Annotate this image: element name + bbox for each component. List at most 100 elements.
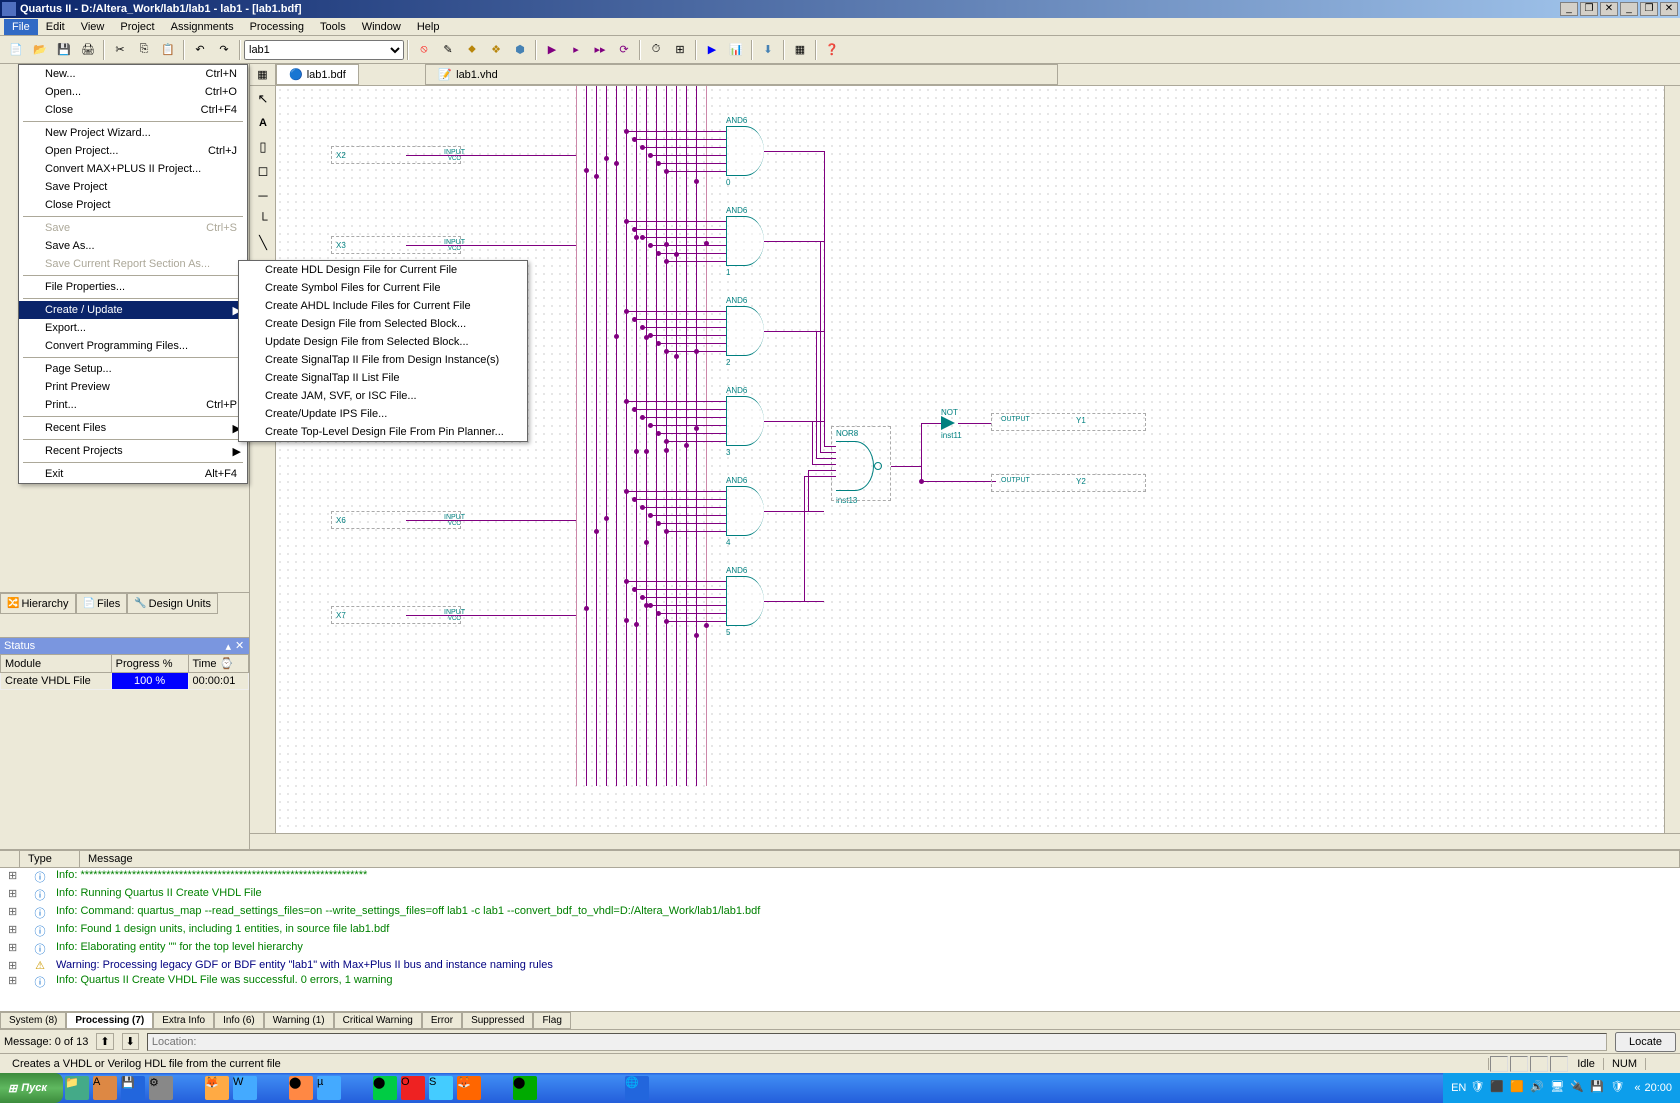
taskbar-app-6[interactable]: 🦊 xyxy=(205,1076,229,1100)
schematic-element[interactable] xyxy=(640,235,645,240)
device-button[interactable]: ⬢ xyxy=(509,39,531,61)
schematic-element[interactable]: 4 xyxy=(726,538,730,547)
status-col-progress[interactable]: Progress % xyxy=(111,655,188,673)
schematic-element[interactable] xyxy=(666,261,726,262)
sb-icon-2[interactable] xyxy=(1510,1056,1528,1072)
schematic-element[interactable] xyxy=(820,452,836,453)
schematic-element[interactable] xyxy=(624,399,629,404)
messages-tab[interactable]: Suppressed xyxy=(462,1012,533,1029)
status-col-module[interactable]: Module xyxy=(1,655,112,673)
schematic-element[interactable] xyxy=(632,137,637,142)
schematic-element[interactable] xyxy=(656,161,661,166)
schematic-element[interactable] xyxy=(406,155,576,156)
sb-icon-3[interactable] xyxy=(1530,1056,1548,1072)
message-line[interactable]: ⊞ⓘInfo: Found 1 design units, including … xyxy=(0,922,1680,940)
schematic-element[interactable] xyxy=(642,597,726,598)
menu-edit[interactable]: Edit xyxy=(38,19,73,35)
entity-combobox[interactable]: lab1 xyxy=(244,40,404,60)
file-menu-item[interactable]: Open Project...Ctrl+J xyxy=(19,142,247,160)
schematic-element[interactable] xyxy=(606,86,607,786)
schematic-element[interactable] xyxy=(644,603,649,608)
clock[interactable]: 20:00 xyxy=(1644,1082,1672,1094)
schematic-element[interactable] xyxy=(632,317,637,322)
schematic-element[interactable] xyxy=(604,516,609,521)
tray-icon-8[interactable]: 🛡 xyxy=(1610,1080,1626,1096)
file-menu-item[interactable]: Export... xyxy=(19,319,247,337)
taskbar-app-11[interactable] xyxy=(345,1076,369,1100)
schematic-element[interactable] xyxy=(664,259,669,264)
schematic-element[interactable] xyxy=(634,449,639,454)
system-tray[interactable]: EN 🛡 ⬛ 🟧 🔊 🖥 🔌 💾 🛡 « 20:00 xyxy=(1443,1073,1680,1103)
message-line[interactable]: ⊞⚠Warning: Processing legacy GDF or BDF … xyxy=(0,958,1680,973)
messages-col-type[interactable]: Type xyxy=(20,851,80,867)
taskbar-app-9[interactable]: ⬤ xyxy=(289,1076,313,1100)
schematic-element[interactable] xyxy=(696,86,697,786)
schematic-element[interactable] xyxy=(804,476,836,477)
schematic-element[interactable] xyxy=(666,441,726,442)
schematic-element[interactable] xyxy=(726,216,764,266)
file-menu-item[interactable]: ExitAlt+F4 xyxy=(19,465,247,483)
line-tool[interactable]: ─ xyxy=(252,184,274,206)
schematic-element[interactable] xyxy=(650,335,726,336)
schematic-element[interactable] xyxy=(820,241,821,452)
schematic-element[interactable] xyxy=(584,606,589,611)
schematic-element[interactable] xyxy=(666,531,726,532)
taskbar-app-21[interactable]: 🌐 xyxy=(625,1076,649,1100)
orthogonal-tool[interactable]: └ xyxy=(252,208,274,230)
schematic-element[interactable] xyxy=(626,221,726,222)
minimize-button[interactable]: _ xyxy=(1560,2,1578,16)
file-menu-item[interactable]: New Project Wizard... xyxy=(19,124,247,142)
taskbar-app-18[interactable] xyxy=(541,1076,565,1100)
schematic-element[interactable] xyxy=(664,439,669,444)
taskbar-app-19[interactable] xyxy=(569,1076,593,1100)
schematic-element[interactable] xyxy=(764,241,824,242)
schematic-element[interactable] xyxy=(594,529,599,534)
schematic-element[interactable] xyxy=(831,426,891,501)
schematic-element[interactable] xyxy=(642,237,726,238)
message-line[interactable]: ⊞ⓘInfo: ********************************… xyxy=(0,868,1680,886)
schematic-element[interactable] xyxy=(650,425,726,426)
schematic-element[interactable] xyxy=(658,343,726,344)
schematic-element[interactable] xyxy=(576,86,577,786)
schematic-element[interactable] xyxy=(632,587,637,592)
schematic-element[interactable]: VCC xyxy=(448,156,461,162)
schematic-element[interactable]: AND6 xyxy=(726,206,747,215)
schematic-element[interactable]: AND6 xyxy=(726,296,747,305)
mdi-close-button[interactable]: ✕ xyxy=(1660,2,1678,16)
schematic-element[interactable] xyxy=(664,349,669,354)
schematic-element[interactable] xyxy=(706,86,707,786)
submenu-item[interactable]: Create/Update IPS File... xyxy=(239,405,527,423)
schematic-element[interactable] xyxy=(634,409,726,410)
pin-planner-button[interactable]: ❖ xyxy=(485,39,507,61)
cut-button[interactable]: ✂ xyxy=(109,39,131,61)
schematic-element[interactable]: VCC xyxy=(448,246,461,252)
schematic-element[interactable] xyxy=(632,497,637,502)
schematic-element[interactable] xyxy=(764,511,824,512)
taskbar-app-1[interactable]: 📁 xyxy=(65,1076,89,1100)
schematic-element[interactable] xyxy=(642,417,726,418)
schematic-element[interactable] xyxy=(634,235,639,240)
schematic-element[interactable] xyxy=(624,129,629,134)
schematic-element[interactable] xyxy=(658,613,726,614)
message-line[interactable]: ⊞ⓘInfo: Elaborating entity "" for the to… xyxy=(0,940,1680,958)
schematic-element[interactable] xyxy=(704,623,709,628)
schematic-element[interactable] xyxy=(648,423,653,428)
schematic-element[interactable] xyxy=(624,219,629,224)
location-input[interactable] xyxy=(147,1033,1607,1051)
schematic-element[interactable]: OUTPUT xyxy=(1001,477,1030,484)
schematic-element[interactable] xyxy=(616,86,617,786)
taskbar-app-13[interactable]: O xyxy=(401,1076,425,1100)
menu-window[interactable]: Window xyxy=(354,19,409,35)
schematic-element[interactable] xyxy=(658,523,726,524)
pointer-tool[interactable]: ↖ xyxy=(252,88,274,110)
tab-files[interactable]: 📄 Files xyxy=(76,593,128,614)
taskbar-app-10[interactable]: µ xyxy=(317,1076,341,1100)
messages-tab[interactable]: Critical Warning xyxy=(334,1012,422,1029)
chip-button[interactable]: ▦ xyxy=(789,39,811,61)
schematic-element[interactable] xyxy=(634,139,726,140)
vertical-scrollbar[interactable] xyxy=(1664,86,1680,833)
open-file-button[interactable]: 📂 xyxy=(29,39,51,61)
lang-indicator[interactable]: EN xyxy=(1451,1082,1466,1094)
tray-icon-3[interactable]: 🟧 xyxy=(1510,1080,1526,1096)
schematic-element[interactable] xyxy=(921,423,941,424)
